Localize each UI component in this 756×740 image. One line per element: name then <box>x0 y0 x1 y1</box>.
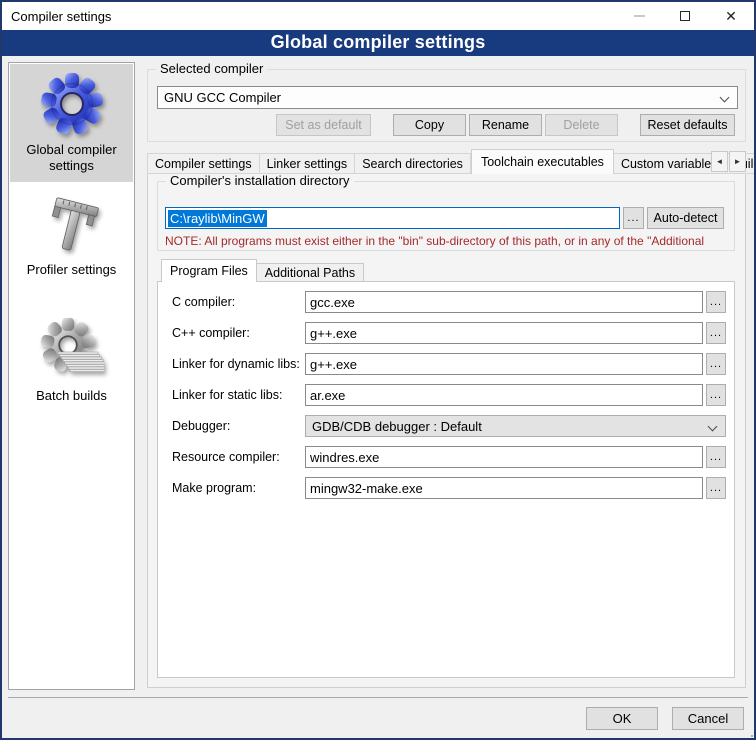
sidebar-item-global-compiler-settings[interactable]: Global compiler settings <box>10 64 133 182</box>
form-row: C compiler: ... <box>158 291 734 313</box>
selected-text: C:\raylib\MinGW <box>168 210 267 227</box>
auto-detect-button[interactable]: Auto-detect <box>647 207 724 229</box>
chevron-down-icon <box>708 422 718 432</box>
arrow-right-icon: ► <box>734 157 742 166</box>
sidebar-item-batch-builds[interactable]: Batch builds <box>10 316 133 418</box>
delete-button[interactable]: Delete <box>545 114 618 136</box>
titlebar: Compiler settings ✕ <box>2 2 754 30</box>
group-label: Compiler's installation directory <box>166 173 354 188</box>
tab-additional-paths[interactable]: Additional Paths <box>257 263 364 282</box>
tab-custom-variables[interactable]: Custom variables <box>614 153 726 174</box>
tab-program-files[interactable]: Program Files <box>161 259 257 282</box>
linker-dynamic-input[interactable] <box>305 353 703 375</box>
compiler-select-value: GNU GCC Compiler <box>164 90 281 105</box>
installation-directory-input[interactable]: C:\raylib\MinGW <box>165 207 620 229</box>
group-label: Selected compiler <box>156 61 267 76</box>
minimize-button[interactable] <box>616 2 662 30</box>
field-label: Linker for static libs: <box>172 388 282 402</box>
field-label: C compiler: <box>172 295 235 309</box>
window-controls: ✕ <box>616 2 754 30</box>
form-row: C++ compiler: ... <box>158 322 734 344</box>
copy-button[interactable]: Copy <box>393 114 466 136</box>
caliper-icon <box>40 192 104 256</box>
tab-compiler-settings[interactable]: Compiler settings <box>147 153 260 174</box>
installation-directory-group: Compiler's installation directory C:\ray… <box>157 181 735 251</box>
tab-scroll-buttons: ◄ ► <box>710 151 746 172</box>
tab-scroll-right-button[interactable]: ► <box>729 151 746 172</box>
browse-button[interactable]: ... <box>706 477 726 499</box>
browse-button[interactable]: ... <box>706 322 726 344</box>
chevron-down-icon <box>720 93 730 103</box>
bin-directory-note: NOTE: All programs must exist either in … <box>165 234 729 248</box>
cancel-button[interactable]: Cancel <box>672 707 744 730</box>
debugger-select[interactable]: GDB/CDB debugger : Default <box>305 415 726 437</box>
linker-static-input[interactable] <box>305 384 703 406</box>
browse-button[interactable]: ... <box>706 384 726 406</box>
form-row: Linker for dynamic libs: ... <box>158 353 734 375</box>
field-label: Resource compiler: <box>172 450 280 464</box>
compiler-tabs: Compiler settings Linker settings Search… <box>147 149 756 174</box>
sidebar-item-label: Global compiler settings <box>20 142 124 174</box>
sidebar-item-profiler-settings[interactable]: Profiler settings <box>10 190 133 294</box>
tab-scroll-left-button[interactable]: ◄ <box>711 151 728 172</box>
resize-grip[interactable] <box>747 731 749 733</box>
settings-category-list: Global compiler settings <box>8 62 135 690</box>
maximize-button[interactable] <box>662 2 708 30</box>
browse-directory-button[interactable]: ... <box>623 207 644 229</box>
close-button[interactable]: ✕ <box>708 2 754 30</box>
compiler-select[interactable]: GNU GCC Compiler <box>157 86 738 109</box>
program-tabs: Program Files Additional Paths <box>161 259 364 282</box>
resource-compiler-input[interactable] <box>305 446 703 468</box>
tab-search-directories[interactable]: Search directories <box>355 153 471 174</box>
dialog-header: Global compiler settings <box>2 30 754 56</box>
sidebar-item-label: Profiler settings <box>17 262 127 278</box>
browse-button[interactable]: ... <box>706 446 726 468</box>
sidebar-item-label: Batch builds <box>17 388 127 404</box>
form-row: Make program: ... <box>158 477 734 499</box>
field-label: Debugger: <box>172 419 230 433</box>
close-icon: ✕ <box>725 9 737 23</box>
window-title: Compiler settings <box>11 9 111 24</box>
browse-button[interactable]: ... <box>706 291 726 313</box>
compiler-buttons-row: Set as default Copy Rename Delete Reset … <box>157 114 738 136</box>
maximize-icon <box>680 11 690 21</box>
field-label: C++ compiler: <box>172 326 250 340</box>
form-row: Linker for static libs: ... <box>158 384 734 406</box>
form-row: Resource compiler: ... <box>158 446 734 468</box>
form-row: Debugger: GDB/CDB debugger : Default <box>158 415 734 437</box>
compiler-settings-window: Compiler settings ✕ Global compiler sett… <box>0 0 756 740</box>
arrow-left-icon: ◄ <box>716 157 724 166</box>
rename-button[interactable]: Rename <box>469 114 542 136</box>
ok-button[interactable]: OK <box>586 707 658 730</box>
selected-compiler-group: Selected compiler GNU GCC Compiler Set a… <box>147 69 746 142</box>
c-compiler-input[interactable] <box>305 291 703 313</box>
program-files-panel: C compiler: ... C++ compiler: ... Linker… <box>157 281 735 678</box>
field-label: Make program: <box>172 481 256 495</box>
tab-toolchain-executables[interactable]: Toolchain executables <box>471 149 614 174</box>
reset-defaults-button[interactable]: Reset defaults <box>640 114 735 136</box>
gray-gear-stack-icon <box>40 318 104 382</box>
toolchain-executables-page: Compiler's installation directory C:\ray… <box>147 172 746 688</box>
browse-button[interactable]: ... <box>706 353 726 375</box>
blue-gear-icon <box>40 72 104 136</box>
field-label: Linker for dynamic libs: <box>172 357 300 371</box>
minimize-icon <box>634 15 645 17</box>
set-as-default-button[interactable]: Set as default <box>276 114 371 136</box>
debugger-select-value: GDB/CDB debugger : Default <box>312 419 482 434</box>
tab-linker-settings[interactable]: Linker settings <box>260 153 356 174</box>
make-program-input[interactable] <box>305 477 703 499</box>
cpp-compiler-input[interactable] <box>305 322 703 344</box>
footer-separator <box>8 697 748 698</box>
